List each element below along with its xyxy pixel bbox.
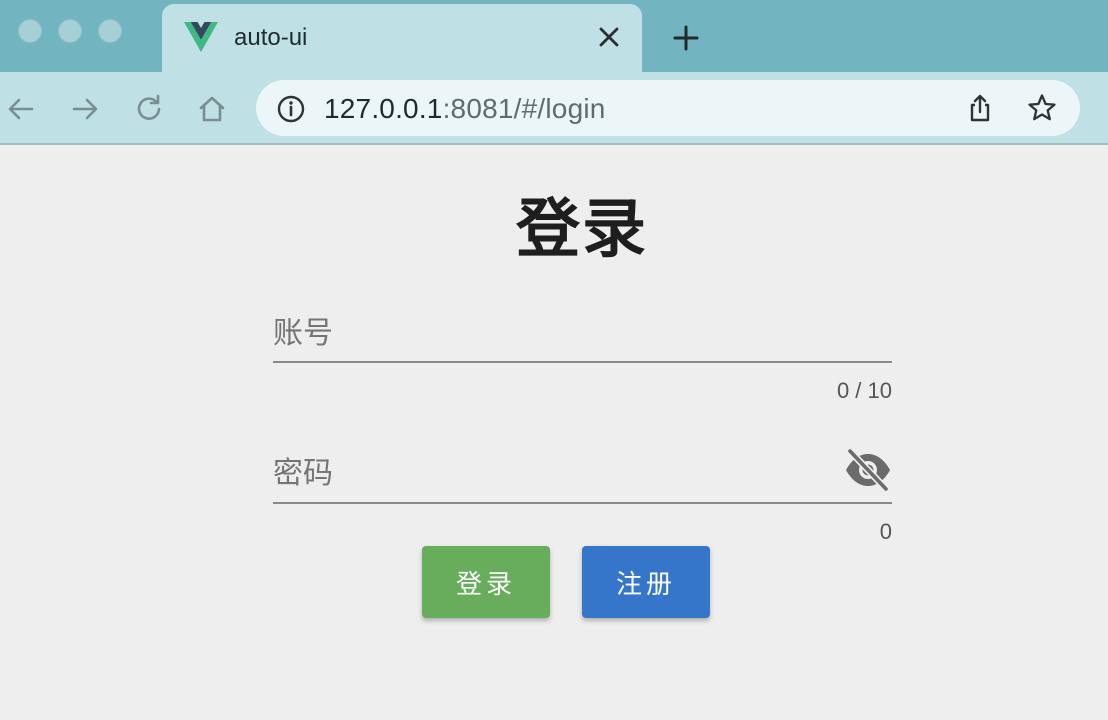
window-minimize-button[interactable] [58, 19, 82, 43]
reload-icon[interactable] [132, 92, 166, 126]
password-field: 0 [273, 446, 892, 546]
password-underline [273, 502, 892, 504]
account-char-counter: 0 / 10 [836, 378, 892, 403]
register-button[interactable]: 注册 [582, 546, 710, 618]
url-text[interactable]: 127.0.0.1:8081/#/login [324, 93, 606, 125]
back-icon[interactable] [4, 92, 38, 126]
eye-off-icon[interactable] [844, 448, 892, 492]
vue-logo-icon [184, 22, 218, 52]
page-title: 登录 [516, 193, 648, 265]
star-icon[interactable] [1026, 92, 1058, 124]
tab-title: auto-ui [234, 24, 308, 51]
password-char-counter: 0 [879, 519, 892, 544]
account-underline [273, 361, 892, 363]
window-close-button[interactable] [18, 19, 42, 43]
url-path: :8081/#/login [442, 93, 606, 124]
address-bar[interactable]: 127.0.0.1:8081/#/login [256, 80, 1080, 136]
forward-icon[interactable] [68, 92, 102, 126]
home-icon[interactable] [195, 92, 229, 126]
share-icon[interactable] [964, 92, 996, 124]
url-host: 127.0.0.1 [324, 93, 443, 124]
plus-icon[interactable] [670, 22, 702, 54]
close-icon[interactable] [596, 24, 622, 50]
password-input[interactable] [273, 446, 833, 502]
tab-strip: auto-ui [0, 0, 1108, 72]
browser-toolbar: 127.0.0.1:8081/#/login [0, 72, 1108, 145]
account-field: 0 / 10 [273, 306, 892, 406]
window-zoom-button[interactable] [98, 19, 122, 43]
account-input[interactable] [273, 306, 833, 362]
browser-tab[interactable]: auto-ui [162, 4, 642, 72]
info-icon[interactable] [276, 94, 306, 124]
login-button[interactable]: 登录 [422, 546, 550, 618]
